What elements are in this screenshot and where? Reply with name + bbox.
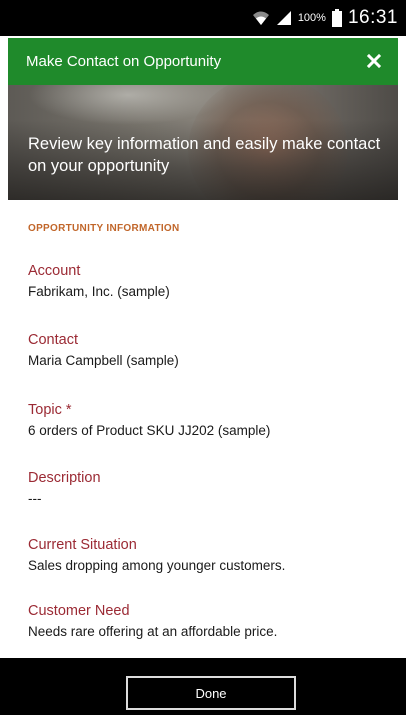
signal-icon <box>276 10 292 26</box>
field-customer-need[interactable]: Customer Need Needs rare offering at an … <box>28 602 383 641</box>
field-label: Contact <box>28 332 78 348</box>
phone-screen: 100% 16:31 Make Contact on Opportunity R… <box>0 0 406 715</box>
bottom-bar: Done <box>0 658 406 715</box>
field-current-situation[interactable]: Current Situation Sales dropping among y… <box>28 536 383 575</box>
done-button[interactable]: Done <box>126 676 296 710</box>
close-icon <box>367 54 381 68</box>
field-label: Description <box>28 470 101 486</box>
field-label: Account <box>28 263 81 279</box>
field-description[interactable]: Description --- <box>28 469 383 508</box>
required-mark: * <box>65 402 72 418</box>
title-bar: Make Contact on Opportunity <box>8 38 398 85</box>
field-value: Sales dropping among younger customers. <box>28 558 286 573</box>
field-value: Needs rare offering at an affordable pri… <box>28 624 278 639</box>
battery-percent: 100% <box>297 12 326 24</box>
field-label: Current Situation <box>28 537 137 553</box>
wifi-icon <box>252 10 270 26</box>
field-label: Customer Need <box>28 603 130 619</box>
field-account[interactable]: Account Fabrikam, Inc. (sample) <box>28 262 383 301</box>
close-button[interactable] <box>360 46 388 76</box>
battery-icon <box>331 9 342 27</box>
field-label: Topic <box>28 402 62 418</box>
opportunity-form: OPPORTUNITY INFORMATION Account Fabrikam… <box>8 200 398 658</box>
clock: 16:31 <box>347 7 398 28</box>
field-topic[interactable]: Topic * 6 orders of Product SKU JJ202 (s… <box>28 401 383 440</box>
field-value: 6 orders of Product SKU JJ202 (sample) <box>28 423 271 438</box>
field-label-row: Topic * <box>28 401 383 419</box>
hero-banner: Review key information and easily make c… <box>8 85 398 200</box>
field-contact[interactable]: Contact Maria Campbell (sample) <box>28 331 383 370</box>
status-bar: 100% 16:31 <box>0 0 406 36</box>
hero-text: Review key information and easily make c… <box>28 135 381 175</box>
field-value: --- <box>28 491 42 506</box>
page-title: Make Contact on Opportunity <box>26 53 222 70</box>
field-value: Fabrikam, Inc. (sample) <box>28 284 170 299</box>
section-title: OPPORTUNITY INFORMATION <box>28 223 180 234</box>
field-value: Maria Campbell (sample) <box>28 353 179 368</box>
status-icons: 100% 16:31 <box>252 0 398 36</box>
